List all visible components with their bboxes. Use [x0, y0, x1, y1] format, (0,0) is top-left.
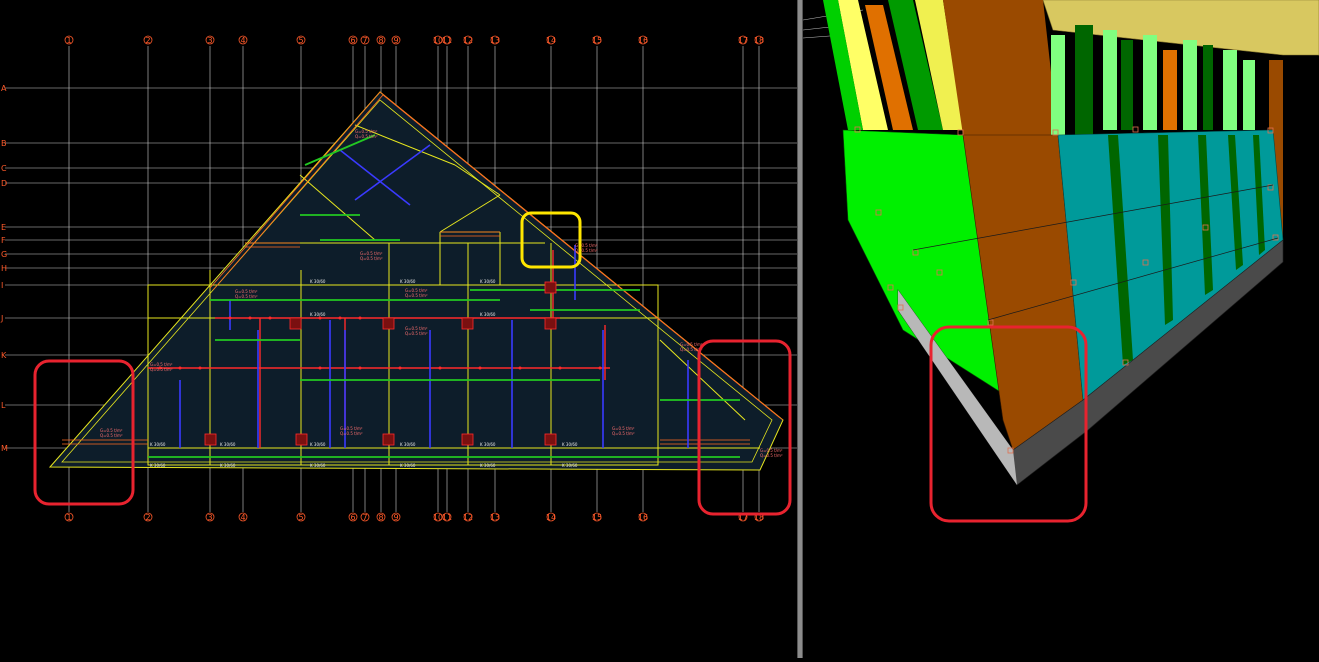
- axis-12-label: 12: [463, 36, 473, 45]
- beam-label-12: K 30/60: [562, 463, 578, 468]
- axis-3-label-bottom: 3: [207, 513, 212, 522]
- beam-label-4: K 30/60: [400, 442, 416, 447]
- beam-label-16: K 30/60: [310, 312, 326, 317]
- axis-bubbles-top: 1 2 3 4 5 6 7 8 9 10 11 12 13 14 15 16 1…: [64, 35, 764, 45]
- axis-9-label: 9: [393, 36, 398, 45]
- row-j-label: J: [0, 314, 3, 323]
- axis-15-label-bottom: 15: [592, 513, 602, 522]
- axis-16-label-bottom: 16: [638, 513, 648, 522]
- beam-label-6: K 30/60: [562, 442, 578, 447]
- load-label-2b: Q=0.5 t/m²: [235, 294, 258, 299]
- axis-9-label-bottom: 9: [393, 513, 398, 522]
- beam-label-9: K 30/60: [310, 463, 326, 468]
- 3d-model-view[interactable]: [803, 0, 1319, 658]
- beam-label-11: K 30/60: [480, 463, 496, 468]
- load-label-5b: Q=0.5 t/m²: [360, 256, 383, 261]
- row-h-label: H: [1, 264, 7, 273]
- axis-6-label-bottom: 6: [350, 513, 355, 522]
- beam-label-10: K 30/60: [400, 463, 416, 468]
- axis-7-label-bottom: 7: [362, 513, 367, 522]
- axis-14-label: 14: [546, 36, 556, 45]
- row-k-label: K: [1, 351, 7, 360]
- load-label-4b: Q=0.5 t/m²: [405, 331, 428, 336]
- axis-4-label: 4: [240, 36, 245, 45]
- row-a-label: A: [1, 84, 7, 93]
- plan-drawing[interactable]: 1 2 3 4 5 6 7 8 9 10 11 12 13 14 15 16 1…: [0, 0, 797, 658]
- beam-label-15: K 30/60: [480, 279, 496, 284]
- axis-1-label: 1: [66, 36, 71, 45]
- axis-1-label-bottom: 1: [66, 513, 71, 522]
- axis-13-label-bottom: 13: [490, 513, 500, 522]
- load-label-9b: Q=0.5 t/m²: [760, 453, 783, 458]
- axis-bubbles-bottom: 1 2 3 4 5 6 7 8 9 10 11 12 13 14 15 16 1…: [64, 512, 764, 522]
- row-c-label: C: [1, 164, 7, 173]
- row-l-label: L: [1, 401, 6, 410]
- row-g-label: G: [1, 250, 7, 259]
- row-d-label: D: [1, 179, 7, 188]
- axis-12-label-bottom: 12: [463, 513, 473, 522]
- axis-15-label: 15: [592, 36, 602, 45]
- beam-label-5: K 30/60: [480, 442, 496, 447]
- load-label-12b: Q=0.5 t/m²: [575, 248, 598, 253]
- load-label-10b: Q=0.5 t/m²: [150, 367, 173, 372]
- axis-16-label: 16: [638, 36, 648, 45]
- beam-label-17: K 30/60: [480, 312, 496, 317]
- row-f-label: F: [1, 236, 6, 245]
- beam-label-13: K 30/60: [310, 279, 326, 284]
- slab-area[interactable]: [48, 91, 784, 471]
- load-label-1b: Q=0.5 t/m²: [355, 134, 378, 139]
- axis-2-label: 2: [145, 36, 150, 45]
- axis-14-label-bottom: 14: [546, 513, 556, 522]
- load-label-8b: Q=0.5 t/m²: [100, 433, 123, 438]
- axis-8-label-bottom: 8: [378, 513, 383, 522]
- axis-6-label: 6: [350, 36, 355, 45]
- axis-11-label: 11: [442, 36, 452, 45]
- axis-4-label-bottom: 4: [240, 513, 245, 522]
- row-b-label: B: [1, 139, 7, 148]
- beam-label-2: K 30/60: [220, 442, 236, 447]
- axis-13-label: 13: [490, 36, 500, 45]
- axis-8-label: 8: [378, 36, 383, 45]
- load-label-6b: Q=0.5 t/m²: [340, 431, 363, 436]
- axis-2-label-bottom: 2: [145, 513, 150, 522]
- beam-label-8: K 30/60: [220, 463, 236, 468]
- axis-5-label: 5: [298, 36, 303, 45]
- axis-17-label: 17: [738, 36, 748, 45]
- beam-label-1: K 30/60: [150, 442, 166, 447]
- 3d-model-drawing[interactable]: [803, 0, 1319, 658]
- load-label-3b: Q=0.5 t/m²: [405, 293, 428, 298]
- beam-label-3: K 30/60: [310, 442, 326, 447]
- beam-label-14: K 30/60: [400, 279, 416, 284]
- axis-11-label-bottom: 11: [442, 513, 452, 522]
- load-label-7b: Q=0.5 t/m²: [612, 431, 635, 436]
- row-i-label: I: [1, 281, 3, 290]
- row-m-label: M: [1, 444, 8, 453]
- axis-3-label: 3: [207, 36, 212, 45]
- axis-5-label-bottom: 5: [298, 513, 303, 522]
- axis-7-label: 7: [362, 36, 367, 45]
- structural-plan-view[interactable]: 1 2 3 4 5 6 7 8 9 10 11 12 13 14 15 16 1…: [0, 0, 797, 658]
- beam-label-7: K 30/60: [150, 463, 166, 468]
- 3d-panel-brown-top: [943, 0, 1058, 135]
- axis-18-label: 18: [754, 36, 764, 45]
- row-letters: A B C D E F G H I J K L M: [0, 84, 8, 453]
- row-e-label: E: [1, 223, 6, 232]
